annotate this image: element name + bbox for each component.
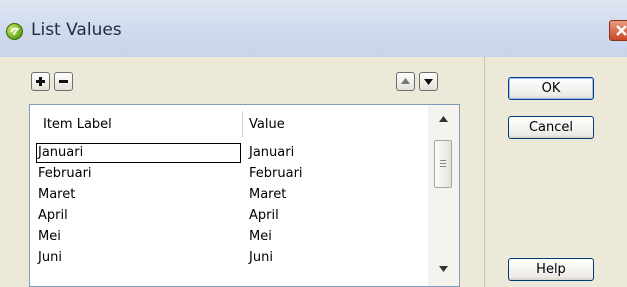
vertical-scrollbar[interactable] [428, 105, 459, 286]
plus-icon [36, 77, 45, 86]
triangle-up-icon [401, 78, 410, 84]
scroll-up-icon[interactable] [438, 115, 449, 123]
table-row[interactable]: Februari Februari [30, 164, 428, 185]
help-button[interactable]: Help [508, 258, 594, 281]
add-item-button[interactable] [31, 72, 50, 91]
cancel-button[interactable]: Cancel [508, 116, 594, 139]
triangle-down-icon [424, 79, 433, 85]
value-cell[interactable]: April [249, 208, 279, 223]
table-row[interactable]: Mei Mei [30, 227, 428, 248]
table-row[interactable]: April April [30, 206, 428, 227]
item-label-cell[interactable]: Januari [38, 145, 83, 160]
value-cell[interactable]: Januari [249, 145, 294, 160]
list-values-table[interactable]: Item Label Value Januari Januari Februar… [29, 104, 460, 287]
grip-line [440, 160, 446, 161]
table-row[interactable]: Januari Januari [30, 143, 428, 164]
table-row[interactable]: Maret Maret [30, 185, 428, 206]
grip-line [440, 166, 446, 167]
close-button[interactable] [609, 20, 627, 41]
close-icon [616, 25, 627, 36]
item-label-cell[interactable]: April [38, 208, 68, 223]
item-label-cell[interactable]: Februari [38, 166, 92, 181]
column-header-value[interactable]: Value [249, 117, 285, 132]
column-divider [242, 111, 243, 137]
table-header: Item Label Value [30, 105, 428, 141]
scrollbar-thumb[interactable] [434, 140, 452, 188]
value-cell[interactable]: Maret [249, 187, 286, 202]
minus-icon [59, 80, 68, 83]
title-bar[interactable]: List Values [0, 0, 627, 57]
divider [484, 57, 485, 287]
column-header-item-label[interactable]: Item Label [43, 117, 112, 132]
table-row[interactable]: Juni Juni [30, 248, 428, 269]
value-cell[interactable]: Februari [249, 166, 303, 181]
grip-line [440, 163, 446, 164]
scroll-down-icon[interactable] [438, 265, 449, 273]
move-up-button[interactable] [396, 72, 415, 91]
ok-button[interactable]: OK [508, 77, 594, 100]
item-label-cell[interactable]: Maret [38, 187, 75, 202]
remove-item-button[interactable] [54, 72, 73, 91]
item-label-cell[interactable]: Juni [38, 250, 62, 265]
value-cell[interactable]: Mei [249, 229, 272, 244]
move-down-button[interactable] [419, 72, 438, 91]
window-title: List Values [31, 20, 122, 40]
item-label-cell[interactable]: Mei [38, 229, 61, 244]
app-icon [6, 23, 23, 40]
value-cell[interactable]: Juni [249, 250, 273, 265]
